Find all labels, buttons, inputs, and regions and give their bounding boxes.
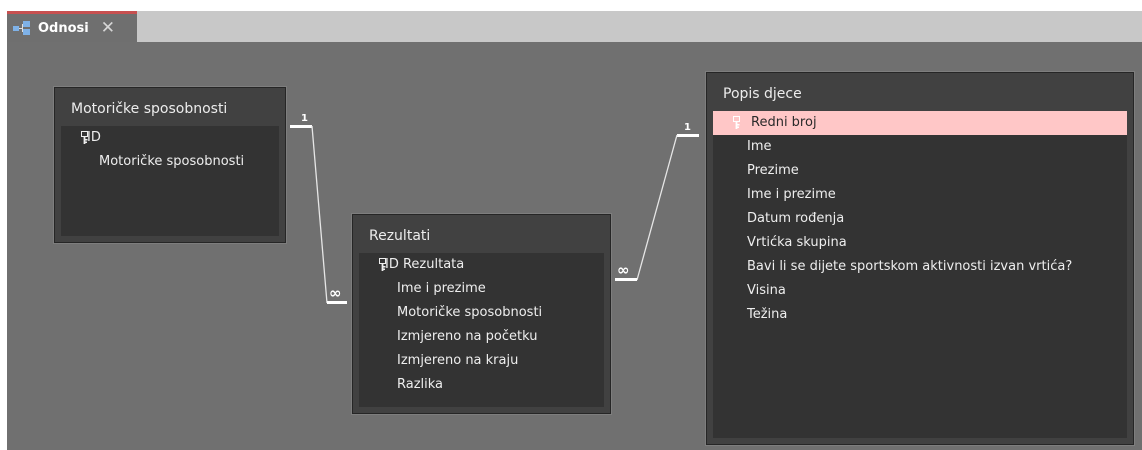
field-label: Prezime [747,163,799,178]
relationship-motoricke-rezultati[interactable]: 1 ∞ [290,113,347,304]
field-label: Datum rođenja [747,211,845,226]
field-row-selected[interactable]: Redni broj [713,111,1127,135]
field-row[interactable]: ID [61,126,279,150]
table-rezultati[interactable]: Rezultati ID Rezultata Ime i prezime Mot… [352,214,611,414]
one-end-bar [677,134,699,137]
primary-key-icon [379,258,386,271]
field-label: Ime [747,139,772,154]
field-row[interactable]: Ime i prezime [359,277,604,301]
field-list: Redni broj Ime Prezime Ime i prezime Dat… [713,111,1127,438]
field-row[interactable]: Izmjereno na kraju [359,349,604,373]
one-label: 1 [684,122,691,133]
field-label: Ime i prezime [397,281,486,296]
document-tab-strip: Odnosi ✕ [7,11,1142,42]
relationship-popis-rezultati[interactable]: 1 ∞ [615,122,699,281]
field-label: ID [87,130,101,145]
field-label: Redni broj [751,115,817,130]
field-row[interactable]: Prezime [713,159,1127,183]
relationship-line [636,134,678,281]
field-label: Vrtićka skupina [747,235,847,250]
field-label: ID Rezultata [385,257,465,272]
field-row[interactable]: Ime [713,135,1127,159]
field-row[interactable]: Težina [713,303,1127,327]
table-popis-djece[interactable]: Popis djece Redni broj Ime Prezime Ime i… [706,72,1134,445]
field-label: Težina [747,307,788,322]
field-label: Visina [747,283,786,298]
primary-key-icon [733,116,740,129]
field-row[interactable]: Izmjereno na početku [359,325,604,349]
field-label: Bavi li se dijete sportskom aktivnosti i… [747,259,1073,274]
field-row[interactable]: Motoričke sposobnosti [359,301,604,325]
one-end-bar [290,125,312,128]
tab-odnosi[interactable]: Odnosi ✕ [7,11,137,42]
field-row[interactable]: Ime i prezime [713,183,1127,207]
tab-title: Odnosi [38,20,89,36]
table-title[interactable]: Rezultati [353,215,610,253]
field-row[interactable]: Bavi li se dijete sportskom aktivnosti i… [713,255,1127,279]
primary-key-icon [81,131,88,144]
field-row[interactable]: Razlika [359,373,604,397]
relationship-line [311,125,328,304]
table-motoricke-sposobnosti[interactable]: Motoričke sposobnosti ID Motoričke sposo… [54,87,286,243]
relationships-window: Odnosi ✕ 1 ∞ 1 ∞ Motoričke sposobnosti I… [7,11,1142,450]
table-title[interactable]: Popis djece [707,73,1133,111]
field-row[interactable]: Vrtićka skupina [713,231,1127,255]
field-label: Izmjereno na kraju [397,353,519,368]
many-label: ∞ [329,284,342,302]
field-row[interactable]: Datum rođenja [713,207,1127,231]
relationships-icon [13,21,31,35]
relationships-canvas[interactable]: 1 ∞ 1 ∞ Motoričke sposobnosti ID Motorič… [7,42,1142,450]
field-row[interactable]: ID Rezultata [359,253,604,277]
field-label: Izmjereno na početku [397,329,538,344]
many-label: ∞ [617,261,630,279]
field-list: ID Rezultata Ime i prezime Motoričke spo… [359,253,604,407]
field-label: Razlika [397,377,444,392]
field-label: Motoričke sposobnosti [397,305,543,320]
field-label: Ime i prezime [747,187,836,202]
table-title[interactable]: Motoričke sposobnosti [55,88,285,126]
field-list: ID Motoričke sposobnosti [61,126,279,236]
close-icon[interactable]: ✕ [101,19,115,37]
one-label: 1 [301,113,308,124]
field-row[interactable]: Visina [713,279,1127,303]
field-label: Motoričke sposobnosti [99,154,245,169]
field-row[interactable]: Motoričke sposobnosti [61,150,279,174]
